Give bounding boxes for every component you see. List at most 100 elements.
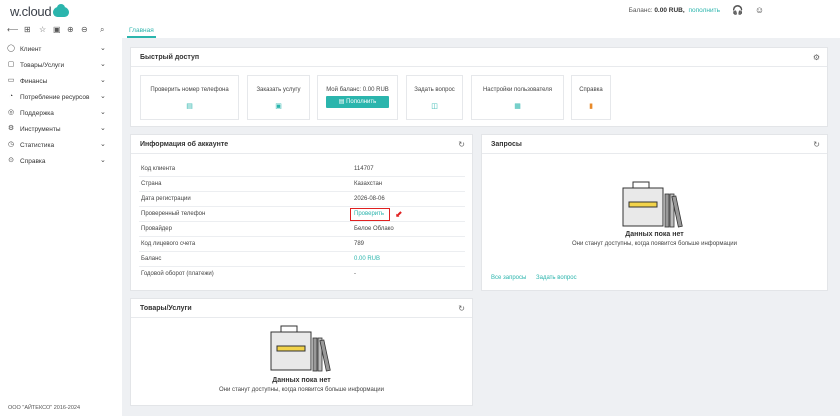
qa-tile-label: Задать вопрос <box>414 87 455 93</box>
row-key: Годовой оборот (платежи) <box>141 271 214 277</box>
account-info-card: Информация об аккаунте ↻ Код клиента 114… <box>130 134 473 291</box>
sidebar-item-label: Товары/Услуги <box>20 61 65 69</box>
refresh-icon[interactable]: ↻ <box>458 304 465 313</box>
topup-link[interactable]: пополнить <box>688 7 720 14</box>
chevron-down-icon: ⌄ <box>100 109 106 116</box>
qa-tile-balance: Мой баланс: 0.00 RUB ▤ Пополнить <box>317 75 398 120</box>
settings-gear-icon[interactable]: ⚙ <box>813 53 820 62</box>
qa-tile-help[interactable]: Справка ▮ <box>571 75 611 120</box>
wallet-icon: ▭ <box>7 77 15 84</box>
minus-icon[interactable]: ⊖ <box>81 25 88 34</box>
row-value: 789 <box>354 241 365 247</box>
bag-icon: ▣ <box>275 103 282 110</box>
help-icon: ⊙ <box>8 157 14 164</box>
info-row-client-code: Код клиента 114707 <box>139 162 465 177</box>
empty-folder-illustration <box>622 181 683 228</box>
info-row-registration-date: Дата регистрации 2026-08-06 <box>139 192 465 207</box>
products-card: Товары/Услуги ↻ Данных пока нет Они стан… <box>130 298 473 406</box>
logo-text: w.cloud <box>10 4 52 19</box>
sidebar-item-statistics[interactable]: ◷ Статистика ⌄ <box>0 138 122 152</box>
sidebar-item-label: Статистика <box>20 141 55 149</box>
row-key: Код клиента <box>141 166 176 172</box>
chevron-down-icon: ⌄ <box>100 45 106 52</box>
row-value: 114707 <box>354 166 374 172</box>
divider <box>131 153 472 154</box>
row-value: Белое Облако <box>354 226 394 232</box>
sidebar-item-tools[interactable]: ⚙ Инструменты ⌄ <box>0 122 122 136</box>
chevron-down-icon: ⌄ <box>100 61 106 68</box>
balance-label: Баланс: <box>628 7 653 14</box>
info-row-verified-phone: Проверенный телефон Проверить ⬋ <box>139 207 465 222</box>
chart-icon: ◷ <box>7 141 15 148</box>
info-row-country: Страна Казахстан <box>139 177 465 192</box>
info-row-provider: Провайдер Белое Облако <box>139 222 465 237</box>
sidebar-item-label: Клиент <box>20 45 42 53</box>
qa-tile-label: Справка <box>579 87 603 93</box>
row-key: Баланс <box>141 256 162 262</box>
requests-card: Запросы ↻ Данных пока нет Они станут дос… <box>481 134 828 291</box>
row-value: - <box>354 271 356 277</box>
top-bar: w.cloud Баланс: 0.00 RUB, пополнить 🎧 ☺ <box>0 0 840 22</box>
box-icon: ▢ <box>7 61 15 68</box>
row-key: Страна <box>141 181 162 187</box>
qa-tile-user-settings[interactable]: Настройки пользователя ▦ <box>471 75 564 120</box>
star-icon[interactable]: ☆ <box>39 25 46 34</box>
tab-home[interactable]: Главная <box>127 27 156 38</box>
sidebar-item-client[interactable]: ◯ Клиент ⌄ <box>0 42 122 56</box>
topup-button[interactable]: ▤ Пополнить <box>326 96 389 108</box>
cloud-logo-icon <box>53 4 70 17</box>
add-icon[interactable]: ⊕ <box>67 25 74 34</box>
sidebar-item-finance[interactable]: ▭ Финансы ⌄ <box>0 74 122 88</box>
gear-icon: ⚙ <box>7 125 15 132</box>
pie-icon: ◔ <box>8 93 14 100</box>
search-icon[interactable]: ⌕ <box>100 25 104 35</box>
document-icon: ▮ <box>589 103 593 110</box>
tab-bar: Главная <box>122 22 840 38</box>
lifebuoy-icon: ◎ <box>7 109 15 116</box>
refresh-icon[interactable]: ↻ <box>813 140 820 149</box>
sidebar-item-support[interactable]: ◎ Поддержка ⌄ <box>0 106 122 120</box>
bag-icon[interactable]: ▣ <box>53 25 61 34</box>
info-row-annual-turnover: Годовой оборот (платежи) - <box>139 267 465 282</box>
qa-tile-ask-question[interactable]: Задать вопрос ◫ <box>406 75 463 120</box>
qa-tile-label: Мой баланс: 0.00 RUB <box>326 87 389 93</box>
wallet-icon: ▤ <box>338 99 347 105</box>
support-headset-icon[interactable]: 🎧 <box>732 5 743 16</box>
divider <box>482 153 827 154</box>
user-profile-icon[interactable]: ☺ <box>754 5 765 16</box>
quick-icon-row: ⟵ ⊞ ☆ ▣ ⊕ ⊖ ⌕ <box>0 22 122 38</box>
divider <box>131 317 472 318</box>
sitemap-icon[interactable]: ⊞ <box>24 25 31 34</box>
balance-link[interactable]: 0.00 RUB <box>354 256 380 262</box>
qa-tile-order-service[interactable]: Заказать услугу ▣ <box>247 75 310 120</box>
info-row-account-code: Код лицевого счета 789 <box>139 237 465 252</box>
sidebar-item-products[interactable]: ▢ Товары/Услуги ⌄ <box>0 58 122 72</box>
qa-tile-verify-phone[interactable]: Проверить номер телефона ▤ <box>140 75 239 120</box>
row-key: Код лицевого счета <box>141 241 196 247</box>
sidebar-item-label: Справка <box>20 157 46 165</box>
pointer-arrow-icon: ⬋ <box>395 209 403 219</box>
quick-access-card: Быстрый доступ ⚙ Проверить номер телефон… <box>130 47 828 127</box>
sidebar-item-help[interactable]: ⊙ Справка ⌄ <box>0 154 122 168</box>
empty-subtitle: Они станут доступны, когда появится боль… <box>219 387 384 393</box>
sidebar-item-resources[interactable]: ◔ Потребление ресурсов ⌄ <box>0 90 122 104</box>
sidebar-item-label: Финансы <box>20 77 48 85</box>
back-arrow-icon[interactable]: ⟵ <box>7 25 18 34</box>
card-title: Запросы <box>491 141 522 148</box>
divider <box>131 66 827 67</box>
sidebar-item-label: Инструменты <box>20 125 61 133</box>
card-title: Информация об аккаунте <box>140 141 229 148</box>
ask-question-link[interactable]: Задать вопрос <box>536 275 577 281</box>
empty-title: Данных пока нет <box>625 231 684 238</box>
chevron-down-icon: ⌄ <box>100 77 106 84</box>
card-title: Быстрый доступ <box>140 54 200 61</box>
settings-panel-icon: ▦ <box>514 103 521 110</box>
sidebar-item-label: Поддержка <box>20 109 54 117</box>
sidebar: ◯ Клиент ⌄ ▢ Товары/Услуги ⌄ ▭ Финансы ⌄… <box>0 38 122 416</box>
all-requests-link[interactable]: Все запросы <box>491 275 526 281</box>
row-key: Провайдер <box>141 226 172 232</box>
refresh-icon[interactable]: ↻ <box>458 140 465 149</box>
logo[interactable]: w.cloud <box>10 4 70 19</box>
row-value: Казахстан <box>354 181 383 187</box>
card-title: Товары/Услуги <box>140 305 192 312</box>
